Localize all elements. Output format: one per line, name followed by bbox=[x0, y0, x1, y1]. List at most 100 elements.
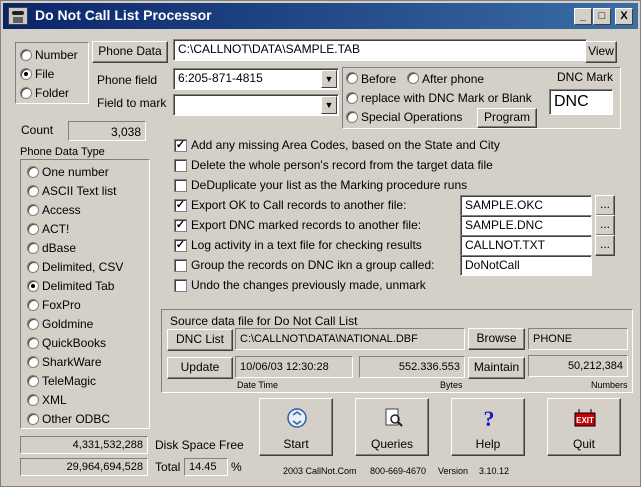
svg-text:?: ? bbox=[484, 407, 495, 429]
dnc-mark-label: DNC Mark bbox=[557, 70, 613, 84]
option-label: Delete the whole person's record from th… bbox=[191, 158, 493, 172]
source-title: Source data file for Do Not Call List bbox=[170, 314, 358, 328]
maintain-button[interactable]: Maintain bbox=[468, 357, 525, 379]
type-label: Delimited Tab bbox=[42, 279, 115, 293]
type-label: Other ODBC bbox=[42, 412, 111, 426]
disk-free-label: Disk Space Free bbox=[155, 438, 244, 452]
chevron-down-icon[interactable]: ▼ bbox=[321, 96, 337, 114]
dnc-mark-input[interactable]: DNC bbox=[549, 89, 613, 115]
dnc-numbers: 50,212,384 bbox=[528, 355, 628, 377]
special-operations-label: Special Operations bbox=[361, 110, 463, 124]
type-label: ACT! bbox=[42, 222, 70, 236]
mode-file-label: File bbox=[35, 67, 55, 81]
option-checkbox[interactable] bbox=[174, 279, 187, 292]
mode-folder-radio[interactable] bbox=[20, 87, 32, 99]
dnc-list-path: C:\CALLNOT\DATA\NATIONAL.DBF bbox=[235, 328, 465, 350]
type-radio[interactable] bbox=[27, 280, 39, 292]
type-radio[interactable] bbox=[27, 185, 39, 197]
type-radio[interactable] bbox=[27, 318, 39, 330]
replace-radio[interactable] bbox=[346, 92, 358, 104]
after-phone-radio[interactable] bbox=[407, 72, 419, 84]
type-label: TeleMagic bbox=[42, 374, 97, 388]
exit-sign-icon: EXIT bbox=[574, 409, 596, 427]
dnc-field-name: PHONE bbox=[528, 328, 628, 350]
disk-total-label: Total bbox=[155, 460, 181, 474]
option-file-input[interactable]: CALLNOT.TXT bbox=[460, 235, 592, 256]
start-label: Start bbox=[283, 437, 309, 451]
help-label: Help bbox=[475, 437, 501, 451]
mode-folder-label: Folder bbox=[35, 86, 70, 100]
app-window: Do Not Call List Processor _ □ X Number … bbox=[0, 0, 641, 487]
option-browse-button[interactable]: ... bbox=[595, 235, 615, 256]
option-browse-button[interactable]: ... bbox=[595, 215, 615, 236]
close-button[interactable]: X bbox=[615, 8, 633, 25]
type-radio[interactable] bbox=[27, 299, 39, 311]
maximize-button[interactable]: □ bbox=[593, 8, 611, 25]
replace-label: replace with DNC Mark or Blank bbox=[361, 91, 532, 105]
chevron-down-icon[interactable]: ▼ bbox=[321, 70, 337, 88]
option-checkbox[interactable]: ✓ bbox=[174, 199, 187, 212]
view-button[interactable]: View bbox=[585, 41, 617, 63]
type-radio[interactable] bbox=[27, 261, 39, 273]
after-phone-label: After phone bbox=[422, 72, 485, 86]
option-label: Log activity in a text file for checking… bbox=[191, 238, 422, 252]
mode-number-label: Number bbox=[35, 48, 78, 62]
mode-number-radio[interactable] bbox=[20, 49, 32, 61]
option-checkbox[interactable] bbox=[174, 179, 187, 192]
dnc-bytes: 552.336.553 bbox=[359, 356, 465, 378]
version-number: 3.10.12 bbox=[479, 466, 510, 476]
option-label: Add any missing Area Codes, based on the… bbox=[191, 138, 500, 152]
phone-data-path-input[interactable]: C:\CALLNOT\DATA\SAMPLE.TAB bbox=[173, 39, 587, 61]
type-radio[interactable] bbox=[27, 375, 39, 387]
update-button[interactable]: Update bbox=[167, 357, 233, 379]
quit-button[interactable]: EXIT Quit bbox=[547, 398, 621, 456]
field-to-mark-select[interactable]: ▼ bbox=[173, 94, 339, 116]
phone-field-label: Phone field bbox=[97, 73, 158, 87]
option-file-input[interactable]: SAMPLE.OKC bbox=[460, 195, 592, 216]
minimize-button[interactable]: _ bbox=[574, 8, 592, 25]
type-label: XML bbox=[42, 393, 67, 407]
option-file-input[interactable]: SAMPLE.DNC bbox=[460, 215, 592, 236]
start-button[interactable]: Start bbox=[259, 398, 333, 456]
option-file-input[interactable]: DoNotCall bbox=[460, 255, 592, 276]
before-radio[interactable] bbox=[346, 72, 358, 84]
title-bar: Do Not Call List Processor _ □ X bbox=[3, 3, 638, 29]
mode-file-radio[interactable] bbox=[20, 68, 32, 80]
help-button[interactable]: ? Help bbox=[451, 398, 525, 456]
queries-button[interactable]: Queries bbox=[355, 398, 429, 456]
option-browse-button[interactable]: ... bbox=[595, 195, 615, 216]
option-checkbox[interactable] bbox=[174, 159, 187, 172]
type-label: SharkWare bbox=[42, 355, 102, 369]
type-label: FoxPro bbox=[42, 298, 81, 312]
type-radio[interactable] bbox=[27, 356, 39, 368]
option-checkbox[interactable]: ✓ bbox=[174, 239, 187, 252]
phone-data-button[interactable]: Phone Data bbox=[92, 41, 168, 63]
type-label: QuickBooks bbox=[42, 336, 107, 350]
type-label: ASCII Text list bbox=[42, 184, 117, 198]
option-checkbox[interactable] bbox=[174, 259, 187, 272]
dnc-list-button[interactable]: DNC List bbox=[167, 329, 233, 351]
numbers-caption: Numbers bbox=[591, 380, 628, 390]
field-to-mark-label: Field to mark bbox=[97, 96, 167, 110]
type-radio[interactable] bbox=[27, 166, 39, 178]
program-button[interactable]: Program bbox=[477, 108, 537, 128]
type-radio[interactable] bbox=[27, 337, 39, 349]
window-title: Do Not Call List Processor bbox=[35, 7, 212, 23]
start-icon bbox=[287, 408, 307, 428]
dnc-date-time: 10/06/03 12:30:28 bbox=[235, 356, 353, 378]
browse-button[interactable]: Browse bbox=[468, 328, 525, 350]
phone-field-select[interactable]: 6:205-871-4815 ▼ bbox=[173, 68, 339, 90]
type-radio[interactable] bbox=[27, 394, 39, 406]
option-checkbox[interactable]: ✓ bbox=[174, 219, 187, 232]
option-label: Group the records on DNC ikn a group cal… bbox=[191, 258, 435, 272]
type-radio[interactable] bbox=[27, 242, 39, 254]
date-time-caption: Date Time bbox=[237, 380, 279, 390]
support-phone: 800-669-4670 bbox=[370, 466, 427, 476]
type-radio[interactable] bbox=[27, 413, 39, 425]
type-radio[interactable] bbox=[27, 204, 39, 216]
option-checkbox[interactable]: ✓ bbox=[174, 139, 187, 152]
special-operations-radio[interactable] bbox=[346, 111, 358, 123]
version-label: Version bbox=[438, 466, 469, 476]
type-radio[interactable] bbox=[27, 223, 39, 235]
phone-field-value: 6:205-871-4815 bbox=[178, 71, 263, 85]
